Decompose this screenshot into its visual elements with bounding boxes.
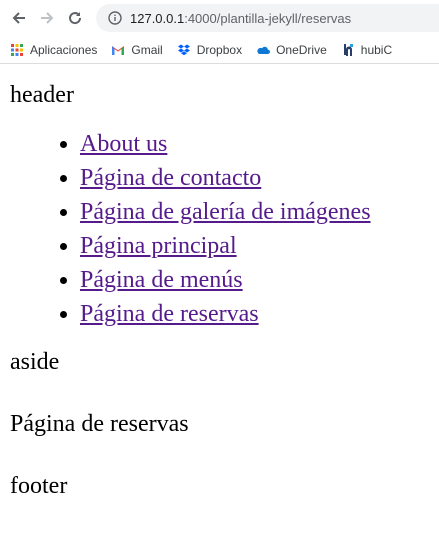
nav-item: About us	[80, 127, 429, 161]
nav-list: About us Página de contacto Página de ga…	[10, 127, 429, 331]
arrow-right-icon	[41, 12, 54, 24]
bookmark-gmail[interactable]: Gmail	[111, 42, 163, 57]
reload-button[interactable]	[64, 7, 86, 29]
address-bar[interactable]: 127.0.0.1:4000/plantilla-jekyll/reservas	[96, 4, 439, 32]
dropbox-icon	[177, 44, 190, 55]
header-text: header	[10, 82, 74, 108]
nav-link-reservas[interactable]: Página de reservas	[80, 301, 259, 327]
nav-item: Página de contacto	[80, 161, 429, 195]
bookmark-aplicaciones[interactable]: Aplicaciones	[10, 43, 97, 57]
arrow-left-icon	[12, 12, 25, 24]
nav-item: Página de galería de imágenes	[80, 195, 429, 229]
info-icon[interactable]	[108, 11, 122, 25]
aside-text: aside	[10, 349, 60, 375]
gmail-icon	[112, 45, 125, 55]
back-button[interactable]	[8, 7, 30, 29]
bookmark-label: hubiC	[360, 42, 393, 57]
bookmark-label: Gmail	[131, 42, 163, 57]
bookmark-onedrive[interactable]: OneDrive	[256, 43, 327, 57]
bookmark-dropbox[interactable]: Dropbox	[177, 43, 242, 57]
bookmark-hubic[interactable]: hubiC	[341, 43, 392, 57]
page-content: header About us Página de contacto Págin…	[0, 64, 439, 500]
main-text: Página de reservas	[10, 411, 189, 437]
hubic-icon	[343, 43, 353, 56]
browser-toolbar: 127.0.0.1:4000/plantilla-jekyll/reservas	[0, 0, 439, 36]
bookmark-label: Dropbox	[196, 42, 243, 57]
nav-item: Página de reservas	[80, 297, 429, 331]
nav-link-galeria[interactable]: Página de galería de imágenes	[80, 199, 371, 225]
footer-text: footer	[10, 473, 68, 499]
url-host: 127.0.0.1	[130, 10, 185, 26]
apps-grid-icon	[11, 43, 23, 56]
nav-link-principal[interactable]: Página principal	[80, 233, 237, 259]
forward-button[interactable]	[36, 7, 58, 29]
url-path: :4000/plantilla-jekyll/reservas	[184, 10, 352, 26]
onedrive-icon	[257, 46, 271, 54]
bookmark-label: Aplicaciones	[30, 42, 98, 57]
reload-icon	[69, 12, 82, 25]
nav-item: Página principal	[80, 229, 429, 263]
nav-link-contacto[interactable]: Página de contacto	[80, 165, 261, 191]
bookmarks-bar: Aplicaciones Gmail Dropbox OneDrive hubi…	[0, 36, 439, 64]
bookmark-label: OneDrive	[276, 42, 327, 57]
nav-link-menus[interactable]: Página de menús	[80, 267, 243, 293]
nav-item: Página de menús	[80, 263, 429, 297]
nav-link-about-us[interactable]: About us	[80, 131, 167, 157]
